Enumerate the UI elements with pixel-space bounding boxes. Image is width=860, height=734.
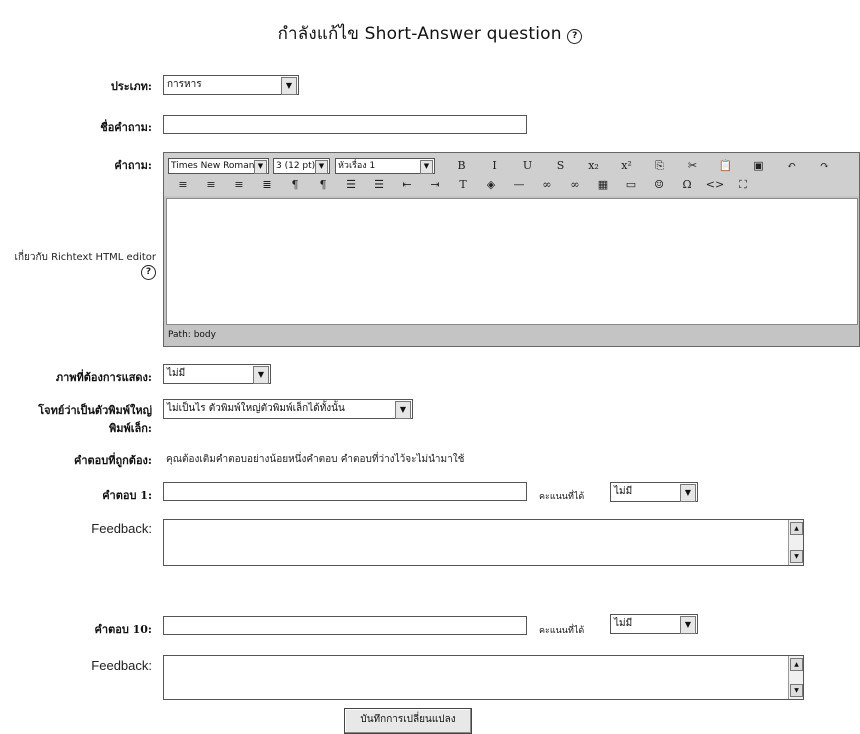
chevron-down-icon: ▼ <box>395 401 411 419</box>
format-select[interactable]: หัวเรื่อง 1 ▼ <box>335 158 435 174</box>
toolbar-row2-button-6[interactable]: ☰ <box>338 178 364 191</box>
path-value[interactable]: body <box>194 330 216 340</box>
toolbar-row2-button-20[interactable]: ⛶ <box>730 178 756 192</box>
toolbar-row-2: ≡ ≡ ≡ ≣ ¶ ¶ ☰ ☰ ⇤ ⇥ T ◈ — ∞ ∞ ▦ ▭ ☺ Ω <> ⛶ <box>170 178 856 194</box>
toolbar-row1-button-1[interactable]: I <box>479 159 510 172</box>
chevron-down-icon: ▼ <box>420 160 433 174</box>
chevron-down-icon: ▼ <box>315 160 328 174</box>
answer-10-label: คำตอบ 10: <box>94 623 152 636</box>
editor-toolbar: Times New Roman ▼ 3 (12 pt) ▼ หัวเรื่อง 1 ▼… <box>164 153 859 196</box>
toolbar-row2-button-8[interactable]: ⇤ <box>394 178 420 191</box>
case-sensitive-select[interactable]: ไม่เป็นไร ตัวพิมพ์ใหญ่ตัวพิมพ์เล็กได้ทั้… <box>163 399 413 419</box>
editor-help: เกี่ยวกับ Richtext HTML editor ? <box>2 250 156 280</box>
toolbar-row2-button-7[interactable]: ☰ <box>366 178 392 191</box>
chevron-down-icon: ▼ <box>680 616 696 634</box>
image-label: ภาพที่ต้องการแสดง: <box>55 371 152 384</box>
question-text-label: คำถาม: <box>114 159 152 172</box>
chevron-down-icon: ▼ <box>281 77 297 95</box>
editor-path: Path: body <box>168 330 216 340</box>
toolbar-row1-button-2[interactable]: U <box>512 159 543 172</box>
toolbar-row1-button-9[interactable]: ▣ <box>743 159 774 172</box>
toolbar-row2-button-15[interactable]: ▦ <box>590 178 616 191</box>
toolbar-row2-button-16[interactable]: ▭ <box>618 178 644 191</box>
chevron-down-icon: ▼ <box>680 484 696 502</box>
toolbar-row1-button-7[interactable]: ✂ <box>677 159 708 172</box>
feedback-1-textarea[interactable]: ▲ ▼ <box>163 519 804 566</box>
toolbar-row1-button-11[interactable]: ↷ <box>809 159 840 172</box>
toolbar-row2-button-5[interactable]: ¶ <box>310 178 336 191</box>
answer-10-grade-value: ไม่มี <box>614 618 633 629</box>
scrollbar[interactable]: ▲ ▼ <box>788 656 803 699</box>
editor-help-text[interactable]: เกี่ยวกับ Richtext HTML editor <box>15 252 156 263</box>
answer-10-grade-select[interactable]: ไม่มี ▼ <box>610 614 698 634</box>
toolbar-row2-button-2[interactable]: ≡ <box>226 178 252 191</box>
scroll-up-icon[interactable]: ▲ <box>790 522 803 535</box>
font-size-value: 3 (12 pt) <box>276 161 316 171</box>
chevron-down-icon: ▼ <box>254 160 267 174</box>
case-label-line1: โจทย์ว่าเป็นตัวพิมพ์ใหญ่ <box>38 404 152 417</box>
toolbar-row1-button-10[interactable]: ↶ <box>776 159 807 172</box>
html-editor: Times New Roman ▼ 3 (12 pt) ▼ หัวเรื่อง 1 ▼… <box>163 152 860 347</box>
category-label: ประเภท: <box>110 80 152 93</box>
toolbar-row2-button-4[interactable]: ¶ <box>282 178 308 191</box>
answer-10-input[interactable] <box>163 616 527 635</box>
editor-content-area[interactable] <box>166 198 858 325</box>
toolbar-row1-button-8[interactable]: 📋 <box>710 159 741 172</box>
answer-1-grade-value: ไม่มี <box>614 486 633 497</box>
feedback-1-label: Feedback: <box>91 521 152 536</box>
answer-1-label: คำตอบ 1: <box>102 489 152 502</box>
answer-1-grade-select[interactable]: ไม่มี ▼ <box>610 482 698 502</box>
toolbar-row1-button-4[interactable]: x₂ <box>578 159 609 172</box>
page-title: กำลังแก้ไข Short-Answer question ? <box>0 20 860 47</box>
image-select[interactable]: ไม่มี ▼ <box>163 364 271 384</box>
toolbar-row1-button-3[interactable]: S <box>545 159 576 172</box>
toolbar-row2-button-19[interactable]: <> <box>702 178 728 191</box>
chevron-down-icon: ▼ <box>253 366 269 384</box>
help-icon[interactable]: ? <box>567 29 583 44</box>
toolbar-row2-button-17[interactable]: ☺ <box>646 178 672 191</box>
font-family-select[interactable]: Times New Roman ▼ <box>168 158 269 174</box>
feedback-10-label: Feedback: <box>91 658 152 673</box>
format-value: หัวเรื่อง 1 <box>338 161 376 171</box>
toolbar-row2-button-13[interactable]: ∞ <box>534 178 560 191</box>
case-label-line2: พิมพ์เล็ก: <box>109 422 152 435</box>
image-select-value: ไม่มี <box>167 368 186 379</box>
correct-answers-note: คุณต้องเติมคำตอบอย่างน้อยหนึ่งคำตอบ คำตอ… <box>166 454 465 465</box>
toolbar-row1-button-5[interactable]: x² <box>611 159 642 172</box>
toolbar-row2-button-9[interactable]: ⇥ <box>422 178 448 191</box>
case-sensitive-value: ไม่เป็นไร ตัวพิมพ์ใหญ่ตัวพิมพ์เล็กได้ทั้… <box>167 403 345 414</box>
answer-1-input[interactable] <box>163 482 527 501</box>
toolbar-row2-button-18[interactable]: Ω <box>674 178 700 191</box>
font-family-value: Times New Roman <box>171 161 255 171</box>
save-button[interactable]: บันทึกการเปลี่ยนแปลง <box>344 708 472 734</box>
page-title-text: กำลังแก้ไข Short-Answer question <box>277 24 562 44</box>
toolbar-row2-button-1[interactable]: ≡ <box>198 178 224 191</box>
scroll-down-icon[interactable]: ▼ <box>790 684 803 697</box>
toolbar-row1-button-0[interactable]: B <box>446 159 477 172</box>
toolbar-row2-button-12[interactable]: — <box>506 178 532 191</box>
help-icon[interactable]: ? <box>141 265 156 280</box>
toolbar-row1-button-6[interactable]: ⎘ <box>644 159 675 173</box>
question-name-label: ชื่อคำถาม: <box>100 121 152 134</box>
answer-1-grade-label: คะแนนที่ได้ <box>539 492 585 502</box>
correct-answers-label: คำตอบที่ถูกต้อง: <box>73 454 152 467</box>
scroll-up-icon[interactable]: ▲ <box>790 658 803 671</box>
toolbar-row2-button-14[interactable]: ∞ <box>562 178 588 191</box>
toolbar-row2-button-10[interactable]: T <box>450 178 476 191</box>
feedback-10-textarea[interactable]: ▲ ▼ <box>163 655 804 700</box>
toolbar-row2-button-3[interactable]: ≣ <box>254 178 280 191</box>
category-select[interactable]: การหาร ▼ <box>163 75 299 95</box>
question-name-input[interactable] <box>163 115 527 134</box>
category-select-value: การหาร <box>167 79 202 90</box>
toolbar-row2-button-11[interactable]: ◈ <box>478 178 504 191</box>
toolbar-row2-button-0[interactable]: ≡ <box>170 178 196 191</box>
toolbar-row-1: B I U Sx₂ x² ⎘ ✂ 📋 ▣ ↶ ↷ <box>446 159 856 175</box>
answer-10-grade-label: คะแนนที่ได้ <box>539 626 585 636</box>
font-size-select[interactable]: 3 (12 pt) ▼ <box>273 158 330 174</box>
path-label: Path: <box>168 330 191 340</box>
case-sensitive-label: โจทย์ว่าเป็นตัวพิมพ์ใหญ่ พิมพ์เล็ก: <box>2 401 152 437</box>
scrollbar[interactable]: ▲ ▼ <box>788 520 803 565</box>
scroll-down-icon[interactable]: ▼ <box>790 550 803 563</box>
